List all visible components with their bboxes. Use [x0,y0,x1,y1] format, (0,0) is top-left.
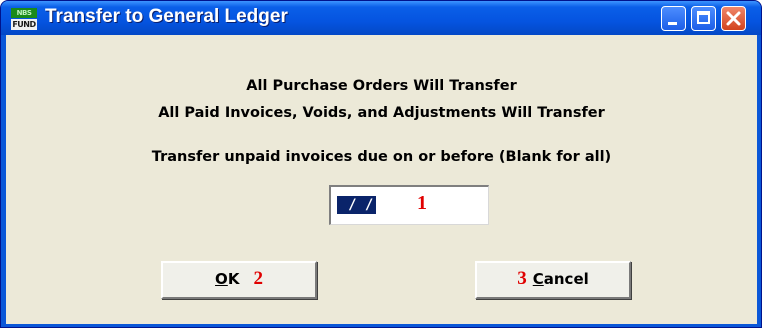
callout-marker-3: 3 [517,268,527,289]
cancel-button-label: Cancel [533,263,589,295]
cancel-accelerator: C [532,270,544,288]
maximize-icon [697,11,710,24]
dialog-body: All Purchase Orders Will Transfer All Pa… [6,35,757,324]
callout-marker-1: 1 [417,192,427,214]
cancel-button[interactable]: 3 Cancel [475,261,631,299]
app-logo-bottom: FUND [11,19,37,30]
info-line-paid-invoices: All Paid Invoices, Voids, and Adjustment… [158,105,605,121]
ok-label-rest: K [227,270,240,288]
window-title: Transfer to General Ledger [45,6,288,27]
ok-button[interactable]: OK 2 [161,261,317,299]
close-button[interactable] [721,6,746,31]
app-logo-icon: NBS FUND [11,8,37,30]
minimize-button[interactable] [661,6,686,31]
maximize-button[interactable] [691,6,716,31]
date-prompt-label: Transfer unpaid invoices due on or befor… [151,149,612,165]
ok-accelerator: O [215,270,228,288]
title-bar[interactable]: NBS FUND Transfer to General Ledger [1,1,761,35]
close-icon [726,11,741,26]
minimize-icon [668,22,677,25]
info-line-purchase-orders: All Purchase Orders Will Transfer [246,78,517,94]
app-logo-top: NBS [11,8,37,18]
dialog-window: NBS FUND Transfer to General Ledger All … [0,0,762,328]
callout-marker-2: 2 [253,268,263,289]
due-date-value: / / [337,196,376,214]
due-date-input[interactable]: / / 1 [329,185,489,225]
ok-button-label: OK [215,263,239,295]
cancel-label-rest: ancel [543,270,589,288]
